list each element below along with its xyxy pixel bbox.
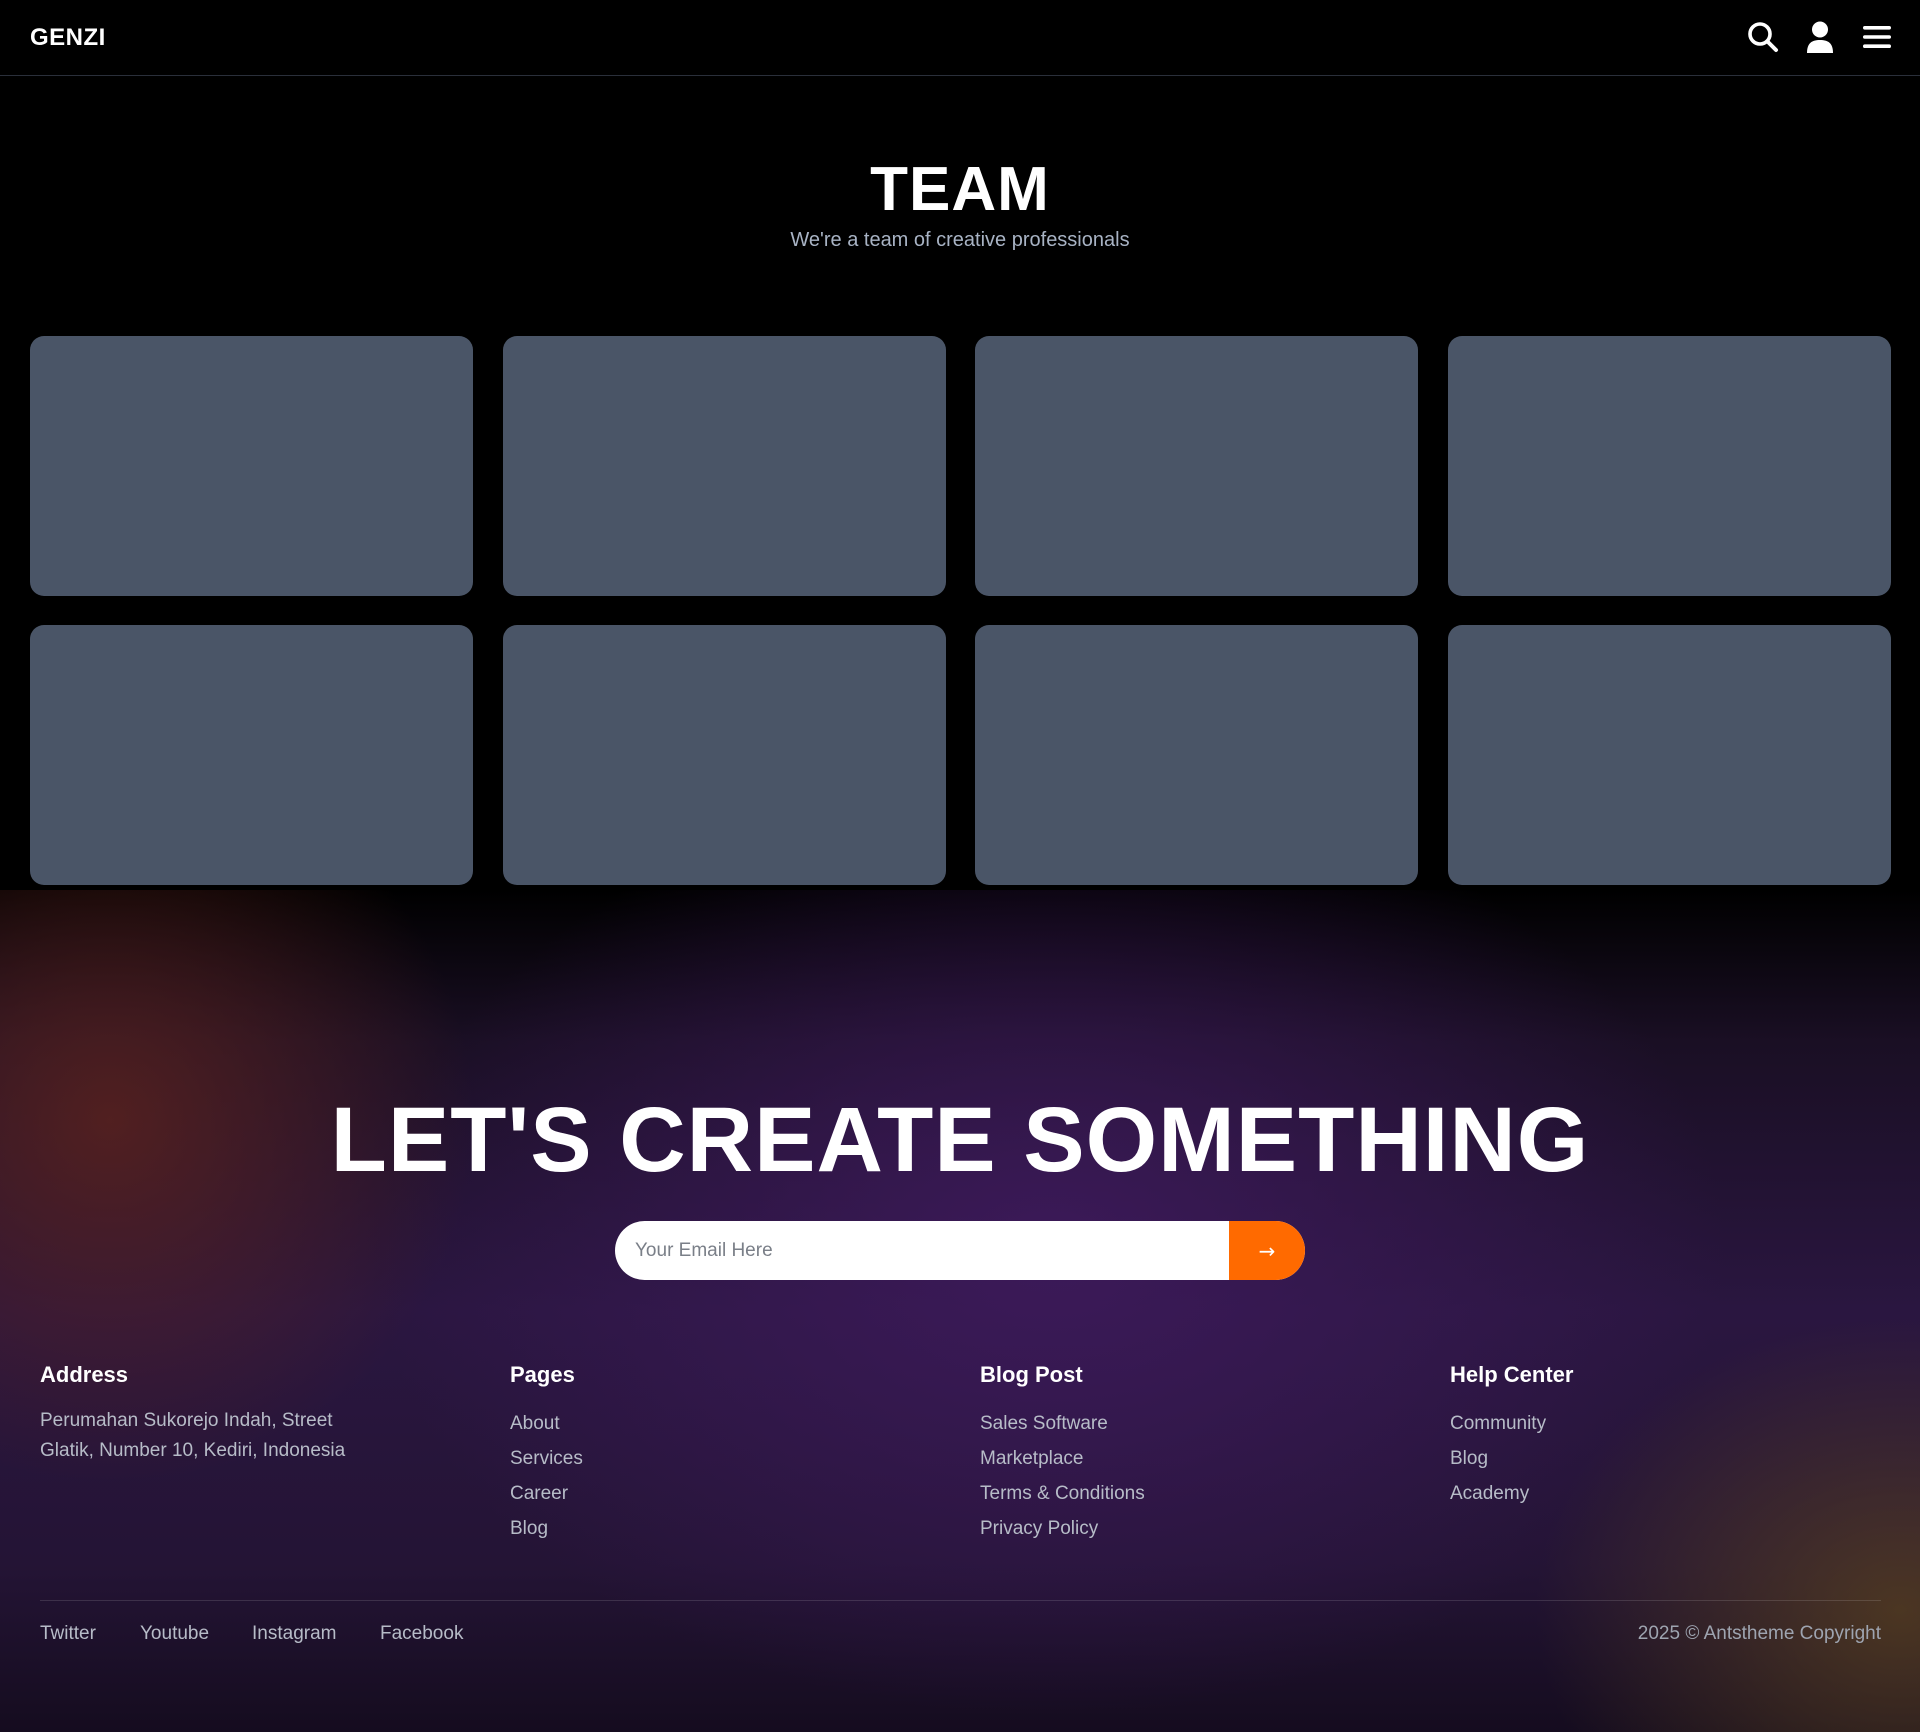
team-card[interactable] bbox=[975, 336, 1418, 596]
footer-link-sales-software[interactable]: Sales Software bbox=[980, 1406, 1400, 1441]
footer-column-pages: Pages About Services Career Blog bbox=[510, 1362, 930, 1546]
copyright-text: 2025 © Antstheme Copyright bbox=[1637, 1623, 1881, 1644]
team-card[interactable] bbox=[503, 336, 946, 596]
footer-link-academy[interactable]: Academy bbox=[1450, 1476, 1870, 1511]
footer-link-marketplace[interactable]: Marketplace bbox=[980, 1441, 1400, 1476]
search-icon[interactable] bbox=[1744, 18, 1782, 56]
brand-logo[interactable]: GENZI bbox=[30, 24, 106, 52]
footer-link-community[interactable]: Community bbox=[1450, 1406, 1870, 1441]
submit-arrow-button[interactable]: → bbox=[1229, 1221, 1305, 1280]
team-card[interactable] bbox=[30, 336, 473, 596]
footer-heading: Pages bbox=[510, 1362, 575, 1387]
social-link-youtube[interactable]: Youtube bbox=[140, 1623, 209, 1645]
address-text: Perumahan Sukorejo Indah, Street Glatik,… bbox=[40, 1406, 460, 1466]
footer-column-blog-post: Blog Post Sales Software Marketplace Ter… bbox=[980, 1362, 1400, 1546]
navbar: GENZI bbox=[0, 0, 1920, 76]
team-subtitle: We're a team of creative professionals bbox=[790, 229, 1130, 251]
team-card[interactable] bbox=[30, 625, 473, 885]
footer-link-blog[interactable]: Blog bbox=[1450, 1441, 1870, 1476]
footer-link-blog[interactable]: Blog bbox=[510, 1511, 930, 1546]
team-title: TEAM bbox=[870, 155, 1050, 224]
footer-link-privacy[interactable]: Privacy Policy bbox=[980, 1511, 1400, 1546]
social-link-instagram[interactable]: Instagram bbox=[252, 1623, 336, 1645]
address-line: Glatik, Number 10, Kediri, Indonesia bbox=[40, 1440, 346, 1461]
newsletter-form: → bbox=[615, 1221, 1305, 1280]
footer-column-help-center: Help Center Community Blog Academy bbox=[1450, 1362, 1870, 1511]
footer-column-address: Address Perumahan Sukorejo Indah, Street… bbox=[40, 1362, 460, 1466]
email-input[interactable] bbox=[615, 1221, 1229, 1280]
team-card[interactable] bbox=[1448, 336, 1891, 596]
cta-title: LET'S CREATE SOMETHING bbox=[330, 1089, 1590, 1191]
team-card[interactable] bbox=[503, 625, 946, 885]
footer-heading: Blog Post bbox=[980, 1362, 1083, 1387]
team-card[interactable] bbox=[975, 625, 1418, 885]
footer-link-about[interactable]: About bbox=[510, 1406, 930, 1441]
footer-heading: Address bbox=[40, 1362, 129, 1387]
menu-icon[interactable] bbox=[1858, 18, 1896, 56]
footer-divider bbox=[40, 1600, 1881, 1601]
footer-link-career[interactable]: Career bbox=[510, 1476, 930, 1511]
address-line: Perumahan Sukorejo Indah, Street bbox=[40, 1410, 333, 1431]
footer-heading: Help Center bbox=[1450, 1362, 1574, 1387]
team-card[interactable] bbox=[1448, 625, 1891, 885]
footer-gradient-background bbox=[0, 890, 1920, 1732]
user-icon[interactable] bbox=[1801, 18, 1839, 56]
footer-link-terms[interactable]: Terms & Conditions bbox=[980, 1476, 1400, 1511]
social-link-twitter[interactable]: Twitter bbox=[40, 1623, 96, 1645]
social-link-facebook[interactable]: Facebook bbox=[380, 1623, 463, 1645]
footer-link-services[interactable]: Services bbox=[510, 1441, 930, 1476]
